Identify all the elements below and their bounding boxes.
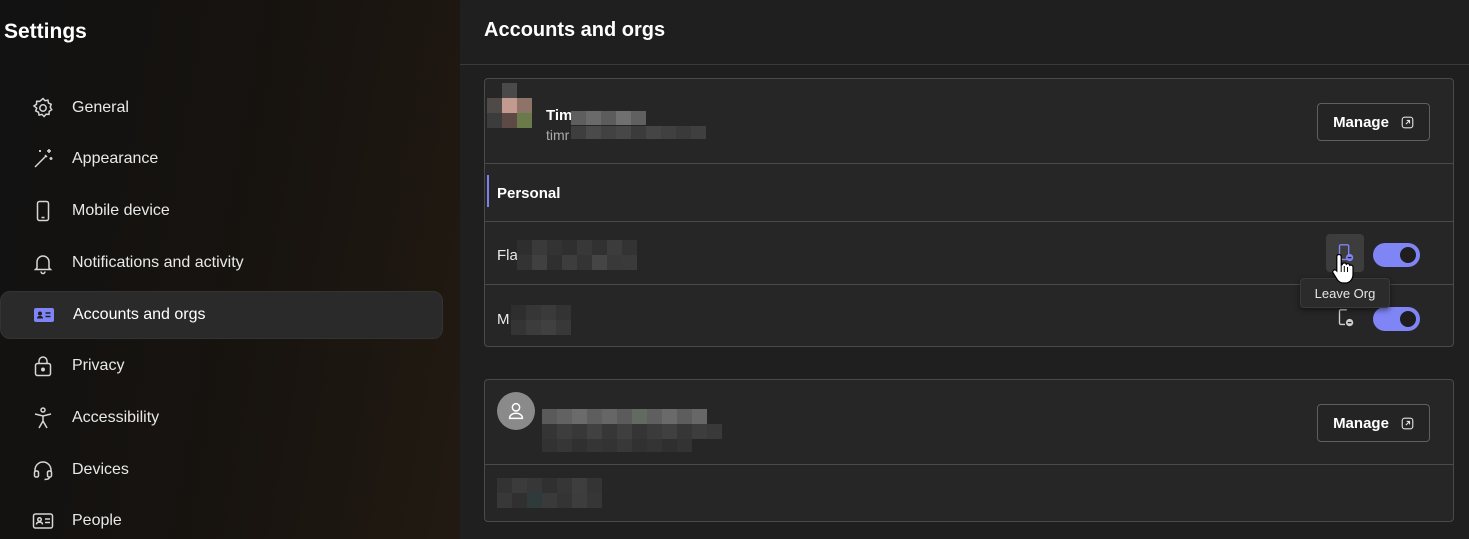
avatar [487, 83, 532, 128]
org-name: Fla [497, 247, 518, 264]
main-panel: Accounts and orgs Tim timr Manage Person… [460, 0, 1469, 539]
redacted-name [571, 111, 646, 125]
sidebar-item-label: Mobile device [72, 202, 170, 219]
sidebar-item-appearance[interactable]: Appearance [0, 135, 443, 183]
manage-button-label: Manage [1333, 113, 1389, 131]
sidebar-item-notifications[interactable]: Notifications and activity [0, 239, 443, 287]
lock-icon [30, 353, 56, 379]
sidebar-item-mobile-device[interactable]: Mobile device [0, 187, 443, 235]
account-email: timr [546, 127, 570, 143]
section-personal: Personal [497, 185, 561, 202]
manage-button[interactable]: Manage [1317, 404, 1430, 442]
open-external-icon [1401, 116, 1414, 128]
leave-org-icon [1338, 309, 1354, 327]
header-divider [460, 64, 1469, 65]
page-title: Accounts and orgs [484, 19, 666, 41]
toggle-knob [1400, 247, 1416, 263]
redacted-email [571, 126, 706, 139]
org-toggle[interactable] [1373, 243, 1420, 267]
org-toggle[interactable] [1373, 307, 1420, 331]
redacted-org [517, 240, 637, 270]
gear-icon [30, 95, 56, 121]
sidebar-item-label: Notifications and activity [72, 254, 244, 271]
manage-button[interactable]: Manage [1317, 103, 1430, 141]
account-card-secondary: Manage [484, 379, 1454, 522]
sidebar-title: Settings [4, 20, 87, 43]
row-divider [485, 163, 1453, 164]
avatar [497, 392, 535, 430]
headset-icon [30, 457, 56, 483]
phone-icon [30, 198, 56, 224]
redacted-org [511, 305, 571, 335]
section-indicator [487, 175, 489, 207]
sidebar-item-devices[interactable]: Devices [0, 446, 443, 494]
sidebar-item-label: Appearance [72, 150, 159, 167]
hand-cursor-icon [1332, 253, 1354, 284]
sidebar-item-label: General [72, 99, 129, 116]
manage-button-label: Manage [1333, 414, 1389, 432]
row-divider [485, 464, 1453, 465]
accessibility-icon [30, 405, 56, 431]
sidebar-item-people[interactable]: People [0, 497, 443, 539]
sidebar-item-label: Devices [72, 461, 129, 478]
row-divider [485, 221, 1453, 222]
sidebar-item-label: People [72, 512, 122, 529]
settings-sidebar: Settings General Appearance Mobile devic… [0, 0, 460, 539]
redacted-org [497, 478, 602, 508]
redacted-account [542, 409, 722, 452]
magic-wand-icon [30, 146, 56, 172]
sidebar-item-accounts-and-orgs[interactable]: Accounts and orgs [0, 291, 443, 339]
sidebar-item-label: Accessibility [72, 409, 160, 426]
sidebar-item-general[interactable]: General [0, 84, 443, 132]
toggle-knob [1400, 311, 1416, 327]
people-card-icon [30, 508, 56, 534]
org-name: M [497, 311, 510, 328]
sidebar-item-privacy[interactable]: Privacy [0, 342, 443, 390]
sidebar-item-label: Accounts and orgs [73, 306, 206, 323]
sidebar-item-label: Privacy [72, 357, 125, 374]
bell-icon [30, 250, 56, 276]
person-icon [508, 402, 524, 420]
account-name: Tim [546, 107, 573, 124]
contact-card-icon [31, 302, 57, 328]
open-external-icon [1401, 417, 1414, 429]
sidebar-item-accessibility[interactable]: Accessibility [0, 394, 443, 442]
